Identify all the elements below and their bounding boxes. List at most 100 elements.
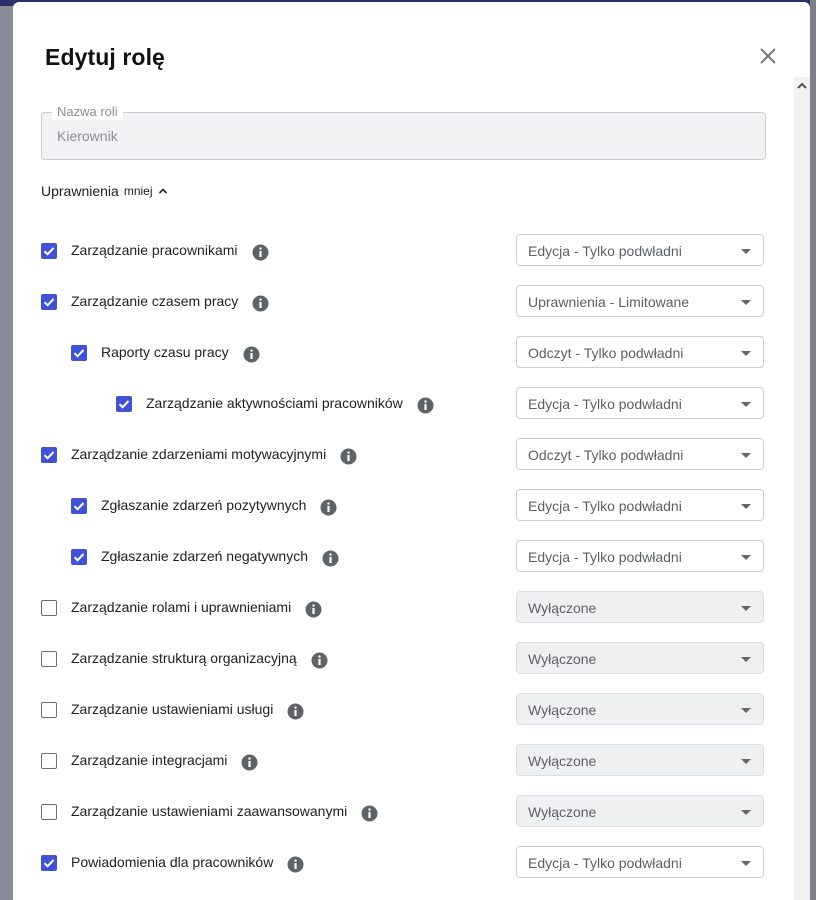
info-icon[interactable] <box>305 601 322 618</box>
access-level-value: Uprawnienia - Limitowane <box>528 294 690 310</box>
permissions-title: Uprawnienia <box>41 183 119 199</box>
permission-label: Zarządzanie strukturą organizacyjną <box>71 650 297 666</box>
info-icon[interactable] <box>243 346 260 363</box>
permissions-toggle[interactable]: mniej <box>124 184 168 198</box>
permissions-header: Uprawnienia mniej <box>41 183 168 199</box>
dropdown-caret-icon <box>741 606 751 611</box>
access-level-select[interactable]: Odczyt - Tylko podwładni <box>516 336 764 368</box>
access-level-select[interactable]: Uprawnienia - Limitowane <box>516 285 764 317</box>
permission-checkbox[interactable] <box>41 447 57 463</box>
permission-checkbox[interactable] <box>71 345 87 361</box>
role-name-value: Kierownik <box>57 128 118 144</box>
backdrop-overlay <box>810 0 816 900</box>
permission-checkbox[interactable] <box>41 702 57 718</box>
permission-checkbox[interactable] <box>41 651 57 667</box>
edit-role-dialog: Edytuj rolę Nazwa roli Kierownik Uprawni… <box>13 2 810 900</box>
access-level-value: Wyłączone <box>528 651 597 667</box>
permission-label: Zarządzanie integracjami <box>71 752 228 768</box>
info-icon[interactable] <box>320 499 337 516</box>
permission-checkbox[interactable] <box>41 243 57 259</box>
access-level-select: Wyłączone <box>516 642 764 674</box>
permission-label: Zarządzanie rolami i uprawnieniami <box>71 599 292 615</box>
access-level-select[interactable]: Edycja - Tylko podwładni <box>516 540 764 572</box>
info-icon[interactable] <box>241 754 258 771</box>
dropdown-caret-icon <box>741 861 751 866</box>
dropdown-caret-icon <box>741 351 751 356</box>
dropdown-caret-icon <box>741 249 751 254</box>
info-icon[interactable] <box>322 550 339 567</box>
info-icon[interactable] <box>361 805 378 822</box>
permission-checkbox[interactable] <box>41 753 57 769</box>
permission-row-zarzadzanie-integracjami: Zarządzanie integracjami Wyłączone <box>13 744 794 778</box>
access-level-select[interactable]: Odczyt - Tylko podwładni <box>516 438 764 470</box>
access-level-value: Wyłączone <box>528 753 597 769</box>
permission-label: Zarządzanie ustawieniami zaawansowanymi <box>71 803 348 819</box>
access-level-value: Edycja - Tylko podwładni <box>528 498 682 514</box>
access-level-value: Wyłączone <box>528 600 597 616</box>
permission-row-zarzadzanie-pracownikami: Zarządzanie pracownikami Edycja - Tylko p… <box>13 234 794 268</box>
info-icon[interactable] <box>287 703 304 720</box>
dropdown-caret-icon <box>741 300 751 305</box>
permissions-toggle-label: mniej <box>123 184 153 198</box>
access-level-select: Wyłączone <box>516 744 764 776</box>
permission-label: Zarządzanie czasem pracy <box>71 293 239 309</box>
permission-label: Zarządzanie ustawieniami usługi <box>71 701 274 717</box>
permission-row-zarzadzanie-ustawieniami-zaawansowanymi: Zarządzanie ustawieniami zaawansowanymi W… <box>13 795 794 829</box>
dropdown-caret-icon <box>741 402 751 407</box>
dropdown-caret-icon <box>741 657 751 662</box>
info-icon[interactable] <box>417 397 434 414</box>
permission-checkbox[interactable] <box>41 294 57 310</box>
dropdown-caret-icon <box>741 453 751 458</box>
close-icon <box>760 48 776 64</box>
dropdown-caret-icon <box>741 810 751 815</box>
permission-checkbox[interactable] <box>116 396 132 412</box>
permission-row-zarzadzanie-struktura-organizacyjna: Zarządzanie strukturą organizacyjną Wyłąc… <box>13 642 794 676</box>
permission-checkbox[interactable] <box>41 804 57 820</box>
permission-row-zglaszanie-zdarzen-negatywnych: Zgłaszanie zdarzeń negatywnych Edycja - T… <box>13 540 794 574</box>
info-icon[interactable] <box>252 295 269 312</box>
permission-checkbox[interactable] <box>71 549 87 565</box>
permission-label: Powiadomienia dla pracowników <box>71 854 274 870</box>
permission-label: Zarządzanie zdarzeniami motywacyjnymi <box>71 446 327 462</box>
permission-label: Zarządzanie aktywnościami pracowników <box>146 395 403 411</box>
permission-row-powiadomienia-dla-pracownikow: Powiadomienia dla pracowników Edycja - Ty… <box>13 846 794 880</box>
permission-row-zarzadzanie-ustawieniami-uslugi: Zarządzanie ustawieniami usługi Wyłączone <box>13 693 794 727</box>
access-level-select: Wyłączone <box>516 591 764 623</box>
access-level-value: Wyłączone <box>528 804 597 820</box>
access-level-select[interactable]: Edycja - Tylko podwładni <box>516 489 764 521</box>
info-icon[interactable] <box>311 652 328 669</box>
permission-label: Zgłaszanie zdarzeń pozytywnych <box>101 497 307 513</box>
role-name-field[interactable]: Nazwa roli Kierownik <box>41 104 766 160</box>
dropdown-caret-icon <box>741 708 751 713</box>
permission-checkbox[interactable] <box>41 600 57 616</box>
access-level-select[interactable]: Edycja - Tylko podwładni <box>516 387 764 419</box>
permission-checkbox[interactable] <box>71 498 87 514</box>
permission-label: Raporty czasu pracy <box>101 344 229 360</box>
info-icon[interactable] <box>252 244 269 261</box>
permission-row-raporty-czasu-pracy: Raporty czasu pracy Odczyt - Tylko podwła… <box>13 336 794 370</box>
close-button[interactable] <box>757 45 779 67</box>
permission-row-zarzadzanie-zdarzeniami-motywacyjnymi: Zarządzanie zdarzeniami motywacyjnymi Odc… <box>13 438 794 472</box>
access-level-value: Wyłączone <box>528 702 597 718</box>
permission-row-zarzadzanie-rolami-i-uprawnieniami: Zarządzanie rolami i uprawnieniami Wyłącz… <box>13 591 794 625</box>
permission-checkbox[interactable] <box>41 855 57 871</box>
access-level-value: Edycja - Tylko podwładni <box>528 243 682 259</box>
permission-label: Zgłaszanie zdarzeń negatywnych <box>101 548 309 564</box>
dropdown-caret-icon <box>741 504 751 509</box>
access-level-select: Wyłączone <box>516 693 764 725</box>
dropdown-caret-icon <box>741 555 751 560</box>
permission-row-zarzadzanie-aktywnosciami-pracownikow: Zarządzanie aktywnościami pracowników Edy… <box>13 387 794 421</box>
access-level-select[interactable]: Edycja - Tylko podwładni <box>516 846 764 878</box>
permission-row-zglaszanie-zdarzen-pozytywnych: Zgłaszanie zdarzeń pozytywnych Edycja - T… <box>13 489 794 523</box>
scrollbar[interactable] <box>794 77 810 900</box>
access-level-select[interactable]: Edycja - Tylko podwładni <box>516 234 764 266</box>
dropdown-caret-icon <box>741 759 751 764</box>
permission-label: Zarządzanie pracownikami <box>71 242 238 258</box>
role-name-label: Nazwa roli <box>52 104 123 120</box>
info-icon[interactable] <box>287 856 304 873</box>
dialog-title: Edytuj rolę <box>45 44 165 70</box>
access-level-value: Edycja - Tylko podwładni <box>528 855 682 871</box>
access-level-value: Edycja - Tylko podwładni <box>528 549 682 565</box>
info-icon[interactable] <box>340 448 357 465</box>
scroll-up-arrow-icon[interactable] <box>794 79 810 93</box>
